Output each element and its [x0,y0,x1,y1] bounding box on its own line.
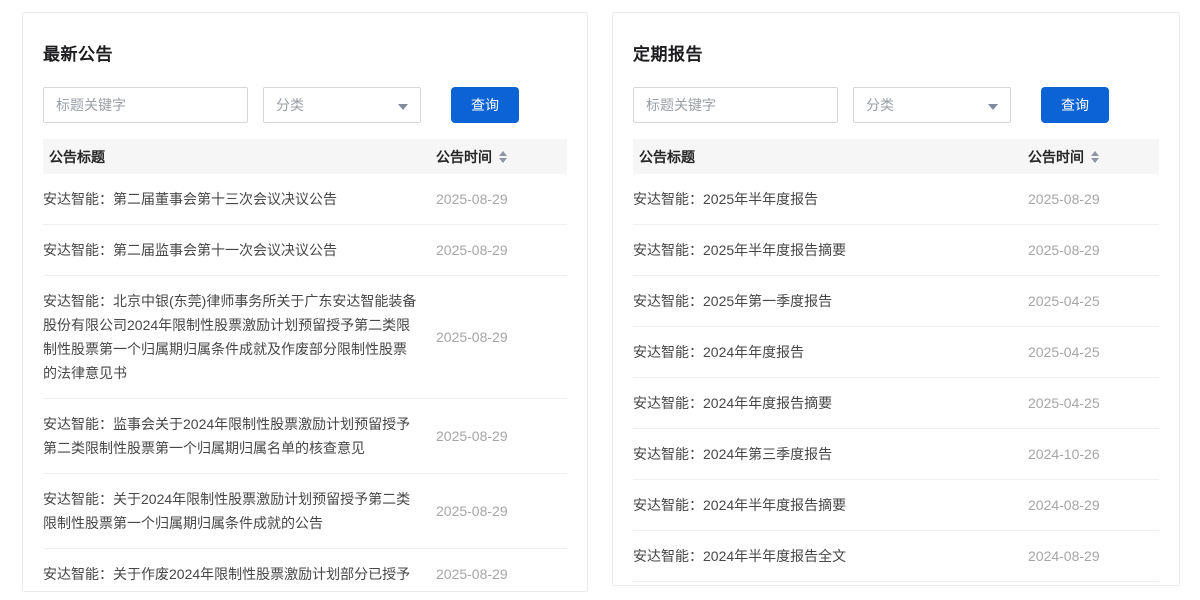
announcement-title[interactable]: 安达智能：第二届董事会第十三次会议决议公告 [43,187,436,211]
announcement-date: 2025-08-29 [436,242,567,258]
table-row[interactable]: 安达智能：关于作废2024年限制性股票激励计划部分已授予 2025-08-29 [43,549,567,592]
report-date: 2025-04-25 [1028,344,1159,360]
column-title-label: 公告标题 [49,147,436,167]
announcement-title[interactable]: 安达智能：第二届监事会第十一次会议决议公告 [43,238,436,262]
announcement-date: 2025-08-29 [436,566,567,582]
category-select-value: 分类 [866,95,894,115]
filter-bar: 分类 查询 [633,87,1159,123]
announcement-title[interactable]: 安达智能：关于作废2024年限制性股票激励计划部分已授予 [43,562,436,586]
panel-title: 最新公告 [43,45,567,65]
announcement-date: 2025-08-29 [436,428,567,444]
report-title[interactable]: 安达智能：2025年半年度报告 [633,187,1028,211]
sort-icon[interactable] [499,151,507,163]
report-title[interactable]: 安达智能：2024年半年度报告全文 [633,544,1028,568]
keyword-input[interactable] [633,87,838,123]
latest-announcements-panel: 最新公告 分类 查询 公告标题 公告时间 安达智能：第二届董事会第十三次会议决议… [22,12,588,592]
category-select-value: 分类 [276,95,304,115]
sort-icon[interactable] [1091,151,1099,163]
report-title[interactable]: 安达智能：2025年第一季度报告 [633,289,1028,313]
table-row[interactable]: 安达智能：2025年半年度报告 2025-08-29 [633,174,1159,225]
table-row[interactable]: 安达智能：2024年年度报告摘要 2025-04-25 [633,378,1159,429]
periodic-reports-panel: 定期报告 分类 查询 公告标题 公告时间 安达智能：2025年半年度报告 202… [612,12,1180,586]
table-row[interactable]: 安达智能：北京中银(东莞)律师事务所关于广东安达智能装备股份有限公司2024年限… [43,276,567,399]
table-row[interactable]: 安达智能：2024年半年度报告摘要 2024-08-29 [633,480,1159,531]
report-date: 2025-04-25 [1028,293,1159,309]
table-row[interactable]: 安达智能：关于2024年限制性股票激励计划预留授予第二类限制性股票第一个归属期归… [43,474,567,549]
column-title-label: 公告标题 [639,147,1028,167]
report-date: 2025-08-29 [1028,191,1159,207]
report-list: 安达智能：2025年半年度报告 2025-08-29 安达智能：2025年半年度… [633,174,1159,582]
table-header: 公告标题 公告时间 [633,139,1159,174]
query-button[interactable]: 查询 [451,87,519,123]
column-date-label: 公告时间 [1028,147,1084,167]
announcement-title[interactable]: 安达智能：关于2024年限制性股票激励计划预留授予第二类限制性股票第一个归属期归… [43,487,436,535]
report-title[interactable]: 安达智能：2025年半年度报告摘要 [633,238,1028,262]
chevron-down-icon [988,104,998,110]
report-title[interactable]: 安达智能：2024年第三季度报告 [633,442,1028,466]
query-button[interactable]: 查询 [1041,87,1109,123]
table-header: 公告标题 公告时间 [43,139,567,174]
announcement-date: 2025-08-29 [436,191,567,207]
report-date: 2025-08-29 [1028,242,1159,258]
report-date: 2024-10-26 [1028,446,1159,462]
report-date: 2024-08-29 [1028,548,1159,564]
category-select[interactable]: 分类 [853,87,1011,123]
keyword-input[interactable] [43,87,248,123]
category-select[interactable]: 分类 [263,87,421,123]
table-row[interactable]: 安达智能：2025年半年度报告摘要 2025-08-29 [633,225,1159,276]
column-date-label: 公告时间 [436,147,492,167]
table-row[interactable]: 安达智能：监事会关于2024年限制性股票激励计划预留授予第二类限制性股票第一个归… [43,399,567,474]
table-row[interactable]: 安达智能：2024年半年度报告全文 2024-08-29 [633,531,1159,582]
report-date: 2024-08-29 [1028,497,1159,513]
report-title[interactable]: 安达智能：2024年半年度报告摘要 [633,493,1028,517]
table-row[interactable]: 安达智能：2024年年度报告 2025-04-25 [633,327,1159,378]
panel-title: 定期报告 [633,45,1159,65]
announcement-date: 2025-08-29 [436,503,567,519]
report-title[interactable]: 安达智能：2024年年度报告 [633,340,1028,364]
chevron-down-icon [398,104,408,110]
announcement-list: 安达智能：第二届董事会第十三次会议决议公告 2025-08-29 安达智能：第二… [43,174,567,592]
announcement-title[interactable]: 安达智能：北京中银(东莞)律师事务所关于广东安达智能装备股份有限公司2024年限… [43,289,436,385]
report-title[interactable]: 安达智能：2024年年度报告摘要 [633,391,1028,415]
filter-bar: 分类 查询 [43,87,567,123]
report-date: 2025-04-25 [1028,395,1159,411]
announcement-title[interactable]: 安达智能：监事会关于2024年限制性股票激励计划预留授予第二类限制性股票第一个归… [43,412,436,460]
table-row[interactable]: 安达智能：2025年第一季度报告 2025-04-25 [633,276,1159,327]
table-row[interactable]: 安达智能：第二届董事会第十三次会议决议公告 2025-08-29 [43,174,567,225]
table-row[interactable]: 安达智能：2024年第三季度报告 2024-10-26 [633,429,1159,480]
table-row[interactable]: 安达智能：第二届监事会第十一次会议决议公告 2025-08-29 [43,225,567,276]
announcement-date: 2025-08-29 [436,329,567,345]
